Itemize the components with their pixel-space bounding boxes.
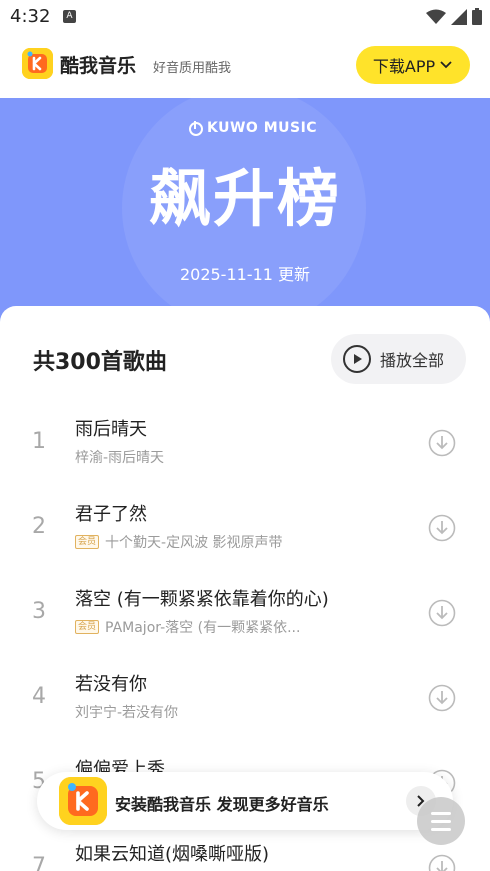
chart-title: 飙升榜 — [148, 162, 341, 235]
song-subtitle: 会员 PAMajor-落空 (有一颗紧紧依... — [75, 617, 300, 637]
song-subtitle: 会员 十个勤天-定风波 影视原声带 — [75, 532, 283, 552]
song-rank: 3 — [32, 599, 46, 624]
status-time: 4:32 — [10, 6, 51, 27]
vip-badge: 会员 — [75, 620, 100, 634]
song-rank: 7 — [32, 854, 46, 871]
download-icon[interactable] — [428, 429, 456, 457]
kuwo-music-brand: KUWO MUSIC — [188, 120, 317, 136]
song-title: 雨后晴天 — [75, 419, 147, 440]
song-subtitle: 梓渝-雨后晴天 — [75, 447, 164, 467]
download-app-button[interactable]: 下载APP — [356, 46, 470, 84]
status-bar: 4:32 A — [0, 0, 490, 34]
play-icon — [343, 345, 371, 373]
song-row[interactable]: 7 如果云知道(烟嗓嘶哑版) — [0, 826, 490, 871]
app-slogan: 好音质用酷我 — [153, 61, 232, 76]
download-icon[interactable] — [428, 684, 456, 712]
song-subtitle: 刘宇宁-若没有你 — [75, 702, 178, 722]
song-artist: 刘宇宁-若没有你 — [75, 705, 179, 721]
install-app-banner[interactable]: 安装酷我音乐 发现更多好音乐 — [37, 772, 453, 830]
signal-icon — [451, 8, 467, 25]
download-icon[interactable] — [428, 599, 456, 627]
song-title: 君子了然 — [75, 504, 147, 525]
chart-hero-banner: KUWO MUSIC 飙升榜 2025-11-11 更新 — [0, 98, 490, 338]
song-row[interactable]: 1 雨后晴天梓渝-雨后晴天 — [0, 401, 490, 486]
song-title: 落空 (有一颗紧紧依靠着你的心) — [75, 589, 329, 610]
song-artist: 梓渝-雨后晴天 — [75, 450, 165, 466]
menu-line — [431, 827, 451, 831]
song-rank: 4 — [32, 684, 46, 709]
notification-a-icon: A — [63, 10, 76, 23]
kuwo-app-icon — [59, 777, 107, 825]
song-title: 如果云知道(烟嗓嘶哑版) — [75, 844, 270, 865]
kuwo-brand-icon — [189, 121, 203, 136]
download-icon[interactable] — [428, 514, 456, 542]
download-app-label: 下载APP — [372, 57, 436, 76]
status-icons — [426, 8, 482, 25]
song-row[interactable]: 4 若没有你刘宇宁-若没有你 — [0, 656, 490, 741]
song-count: 共300首歌曲 — [33, 350, 167, 375]
menu-line — [431, 819, 451, 823]
battery-icon — [472, 8, 482, 25]
song-row[interactable]: 2 君子了然会员 十个勤天-定风波 影视原声带 — [0, 486, 490, 571]
download-icon[interactable] — [428, 854, 456, 871]
song-artist: PAMajor-落空 (有一颗紧紧依... — [105, 620, 301, 636]
menu-line — [431, 811, 451, 815]
play-all-label: 播放全部 — [380, 351, 445, 370]
install-banner-text: 安装酷我音乐 发现更多好音乐 — [115, 795, 329, 814]
song-artist: 十个勤天-定风波 影视原声带 — [105, 535, 283, 551]
app-name: 酷我音乐 — [60, 55, 137, 77]
song-row[interactable]: 3 落空 (有一颗紧紧依靠着你的心) 会员 PAMajor-落空 (有一颗紧紧依... — [0, 571, 490, 656]
app-header: 酷我音乐 好音质用酷我 下载APP — [0, 34, 490, 98]
song-title: 若没有你 — [75, 674, 147, 695]
kuwo-brand-text: KUWO MUSIC — [207, 120, 318, 136]
song-rank: 1 — [32, 429, 46, 454]
chart-update-date: 2025-11-11 更新 — [179, 265, 311, 284]
wifi-icon — [426, 9, 446, 24]
floating-menu-button[interactable] — [417, 797, 465, 845]
play-all-button[interactable]: 播放全部 — [331, 334, 466, 384]
chevron-down-icon — [440, 61, 452, 69]
song-rank: 2 — [32, 514, 46, 539]
vip-badge: 会员 — [75, 535, 100, 549]
kuwo-logo-icon[interactable] — [22, 48, 53, 79]
